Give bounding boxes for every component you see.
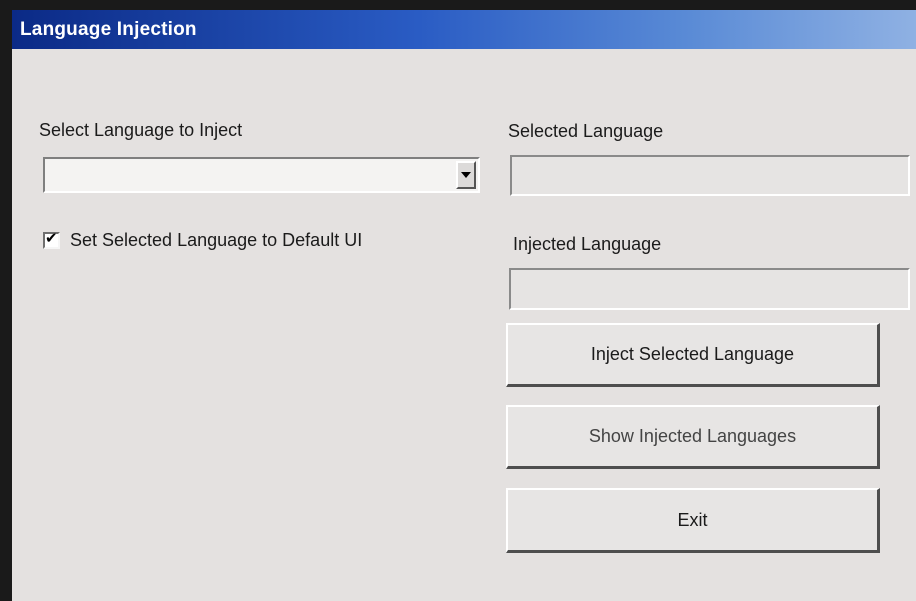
- injected-language-label: Injected Language: [513, 234, 662, 254]
- exit-button[interactable]: Exit: [506, 488, 880, 553]
- selected-language-label: Selected Language: [508, 121, 664, 141]
- language-dropdown[interactable]: [43, 157, 480, 193]
- default-ui-checkbox-label: Set Selected Language to Default UI: [70, 229, 363, 250]
- selected-language-field: [510, 155, 910, 196]
- chevron-down-icon: [461, 172, 471, 178]
- dropdown-button[interactable]: [456, 161, 476, 189]
- default-ui-checkbox[interactable]: ✔: [43, 228, 60, 249]
- window-title: Language Injection: [20, 19, 197, 40]
- default-ui-checkbox-row[interactable]: ✔ Set Selected Language to Default UI: [43, 228, 362, 252]
- select-language-label: Select Language to Inject: [39, 120, 243, 140]
- checkmark-icon: ✔: [45, 228, 58, 247]
- show-injected-languages-button[interactable]: Show Injected Languages: [506, 405, 880, 469]
- injected-language-field: [509, 268, 910, 310]
- inject-selected-language-button[interactable]: Inject Selected Language: [506, 323, 880, 387]
- language-injection-window: Language Injection Select Language to In…: [12, 10, 916, 601]
- title-bar: Language Injection: [12, 10, 916, 49]
